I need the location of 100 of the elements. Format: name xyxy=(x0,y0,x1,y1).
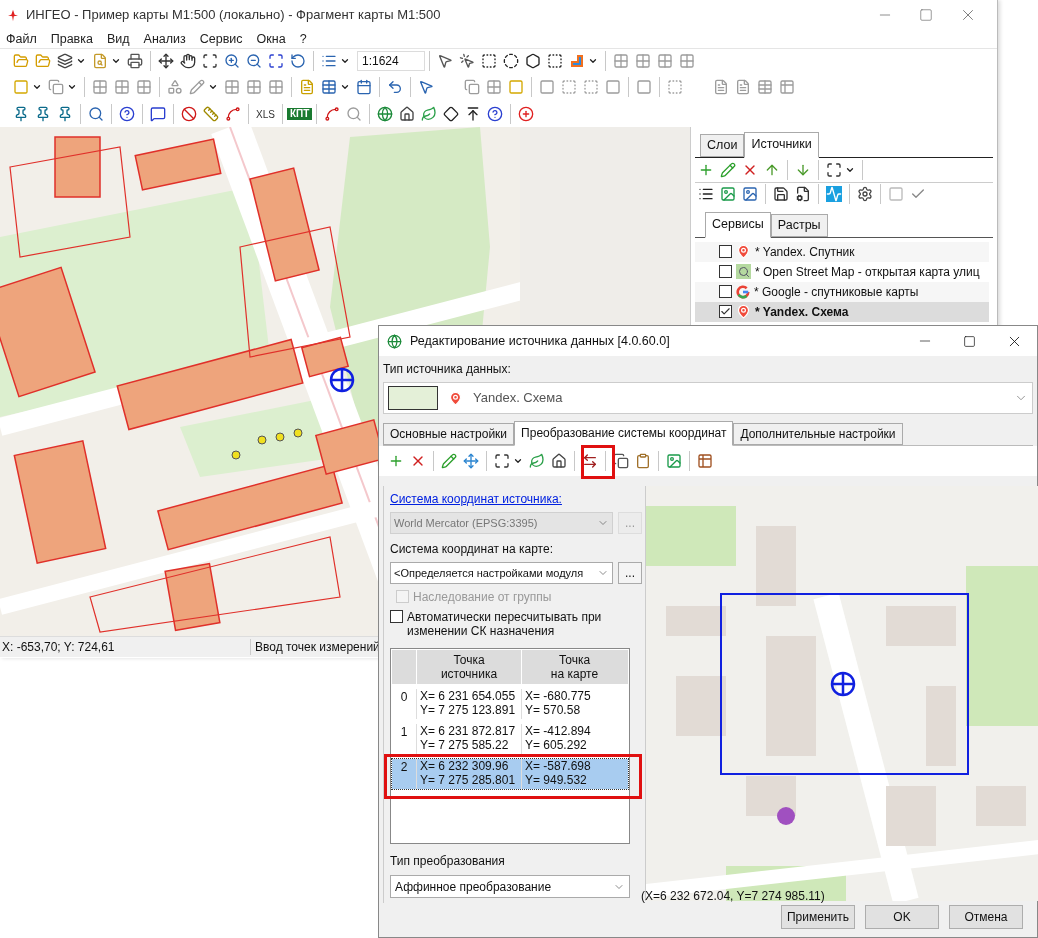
table-icon[interactable] xyxy=(697,453,713,469)
spline-icon[interactable] xyxy=(324,106,341,122)
shapes-icon[interactable] xyxy=(167,79,183,95)
checkbox[interactable] xyxy=(719,265,732,278)
pin-icon[interactable] xyxy=(13,106,29,122)
grid-icon[interactable] xyxy=(635,53,651,69)
caret-icon[interactable] xyxy=(513,456,523,466)
no-entry-icon[interactable] xyxy=(181,106,197,122)
document-icon[interactable] xyxy=(713,79,729,95)
settings-icon[interactable] xyxy=(857,186,873,203)
tab[interactable]: Основные настройки xyxy=(383,423,515,445)
menu-item[interactable]: ? xyxy=(299,29,307,49)
dashed-square-icon[interactable] xyxy=(547,53,563,69)
dialog-button[interactable]: OK xyxy=(865,905,939,929)
text-tool-button[interactable]: XLS xyxy=(253,106,278,122)
scale-field[interactable]: 1:1624 xyxy=(357,51,425,71)
save-icon[interactable] xyxy=(773,186,789,203)
clipboard-icon[interactable] xyxy=(635,453,651,469)
checkbox[interactable] xyxy=(390,610,403,623)
list-item[interactable]: * Google - спутниковые карты xyxy=(695,281,989,302)
caret-icon[interactable] xyxy=(208,82,218,92)
house-icon[interactable] xyxy=(399,106,416,122)
grid-icon[interactable] xyxy=(268,79,284,95)
pencil-icon[interactable] xyxy=(441,453,457,469)
caret-icon[interactable] xyxy=(588,56,598,66)
plus-icon[interactable] xyxy=(518,106,535,122)
expand-icon[interactable] xyxy=(826,161,842,178)
table-icon[interactable] xyxy=(779,79,795,95)
source-crs-link[interactable]: Система координат источника: xyxy=(390,490,642,508)
copy-icon[interactable] xyxy=(613,453,629,469)
spline-icon[interactable] xyxy=(225,106,241,122)
grid-icon[interactable] xyxy=(486,79,502,95)
add-icon[interactable] xyxy=(388,453,404,469)
grid-icon[interactable] xyxy=(114,79,130,95)
hand-icon[interactable] xyxy=(180,53,196,69)
pointer-icon[interactable] xyxy=(418,79,434,95)
source-type-dropdown[interactable]: Yandex. Схема xyxy=(383,382,1033,414)
image-icon[interactable] xyxy=(666,453,682,469)
message-icon[interactable] xyxy=(150,106,166,122)
frame-icon[interactable] xyxy=(202,53,218,69)
tab[interactable]: Источники xyxy=(744,132,819,158)
caret-icon[interactable] xyxy=(32,82,42,92)
printer-icon[interactable] xyxy=(127,53,143,69)
checkbox[interactable] xyxy=(719,285,732,298)
list-item[interactable]: * Yandex. Спутник xyxy=(695,241,989,262)
tab[interactable]: Сервисы xyxy=(705,211,771,238)
tab[interactable]: Преобразование системы координат xyxy=(514,421,734,446)
table-icon[interactable] xyxy=(321,79,337,95)
browse-button[interactable]: ... xyxy=(618,562,642,584)
help-icon[interactable] xyxy=(487,106,504,122)
document-icon[interactable] xyxy=(299,79,315,95)
shape-icon[interactable] xyxy=(569,53,585,69)
file-settings-icon[interactable] xyxy=(795,186,811,203)
move-icon[interactable] xyxy=(158,53,174,69)
menu-item[interactable]: Сервис xyxy=(199,29,243,49)
leaf-icon[interactable] xyxy=(529,453,545,469)
table-icon[interactable] xyxy=(757,79,773,95)
diamond-icon[interactable] xyxy=(443,106,460,122)
expand-icon[interactable] xyxy=(494,453,510,469)
caret-icon[interactable] xyxy=(111,56,121,66)
list-item[interactable]: * Yandex. Схема xyxy=(695,301,989,322)
table-row[interactable]: 1 X= 6 231 872.817 Y= 7 275 585.22 X= -412.894 Y= 605.292 xyxy=(392,724,628,754)
tab[interactable]: Слои xyxy=(700,134,745,157)
grid-icon[interactable] xyxy=(246,79,262,95)
tab[interactable]: Растры xyxy=(770,213,828,237)
grid-icon[interactable] xyxy=(679,53,695,69)
pin-icon[interactable] xyxy=(35,106,51,122)
pulse-icon[interactable] xyxy=(826,186,842,203)
table-row[interactable]: 0 X= 6 231 654.055 Y= 7 275 123.891 X= -680.775 Y= 570.58 xyxy=(392,689,628,719)
hexagon-icon[interactable] xyxy=(525,53,541,69)
layers-icon[interactable] xyxy=(57,53,73,69)
map-drawing[interactable] xyxy=(0,325,378,636)
leaf-icon[interactable] xyxy=(421,106,438,122)
grid-icon[interactable] xyxy=(657,53,673,69)
menu-item[interactable]: Файл xyxy=(6,29,37,49)
text-tool-button[interactable]: КПТ xyxy=(286,108,313,120)
grid-icon[interactable] xyxy=(613,53,629,69)
zoom-out-icon[interactable] xyxy=(246,53,262,69)
zoom-in-icon[interactable] xyxy=(224,53,240,69)
undo-icon[interactable] xyxy=(387,79,403,95)
caret-icon[interactable] xyxy=(67,82,77,92)
caret-icon[interactable] xyxy=(76,56,86,66)
checkbox[interactable] xyxy=(719,305,732,318)
dashed-circle-icon[interactable] xyxy=(503,53,519,69)
pin-icon[interactable] xyxy=(57,106,73,122)
pointer-click-icon[interactable] xyxy=(459,53,475,69)
grid-icon[interactable] xyxy=(224,79,240,95)
help-icon[interactable] xyxy=(119,106,135,122)
maximize-icon[interactable] xyxy=(963,334,976,348)
house-icon[interactable] xyxy=(551,453,567,469)
grid-icon[interactable] xyxy=(136,79,152,95)
document-icon[interactable] xyxy=(735,79,751,95)
menu-item[interactable]: Анализ xyxy=(143,29,186,49)
globe-icon[interactable] xyxy=(377,106,394,122)
caret-icon[interactable] xyxy=(340,82,350,92)
swap-arrows-icon[interactable] xyxy=(582,453,598,469)
crs-dropdown[interactable]: <Определяется настройками модуля xyxy=(390,562,614,584)
checkbox[interactable] xyxy=(719,245,732,258)
pencil-icon[interactable] xyxy=(720,161,736,178)
tab[interactable]: Дополнительные настройки xyxy=(733,423,903,445)
